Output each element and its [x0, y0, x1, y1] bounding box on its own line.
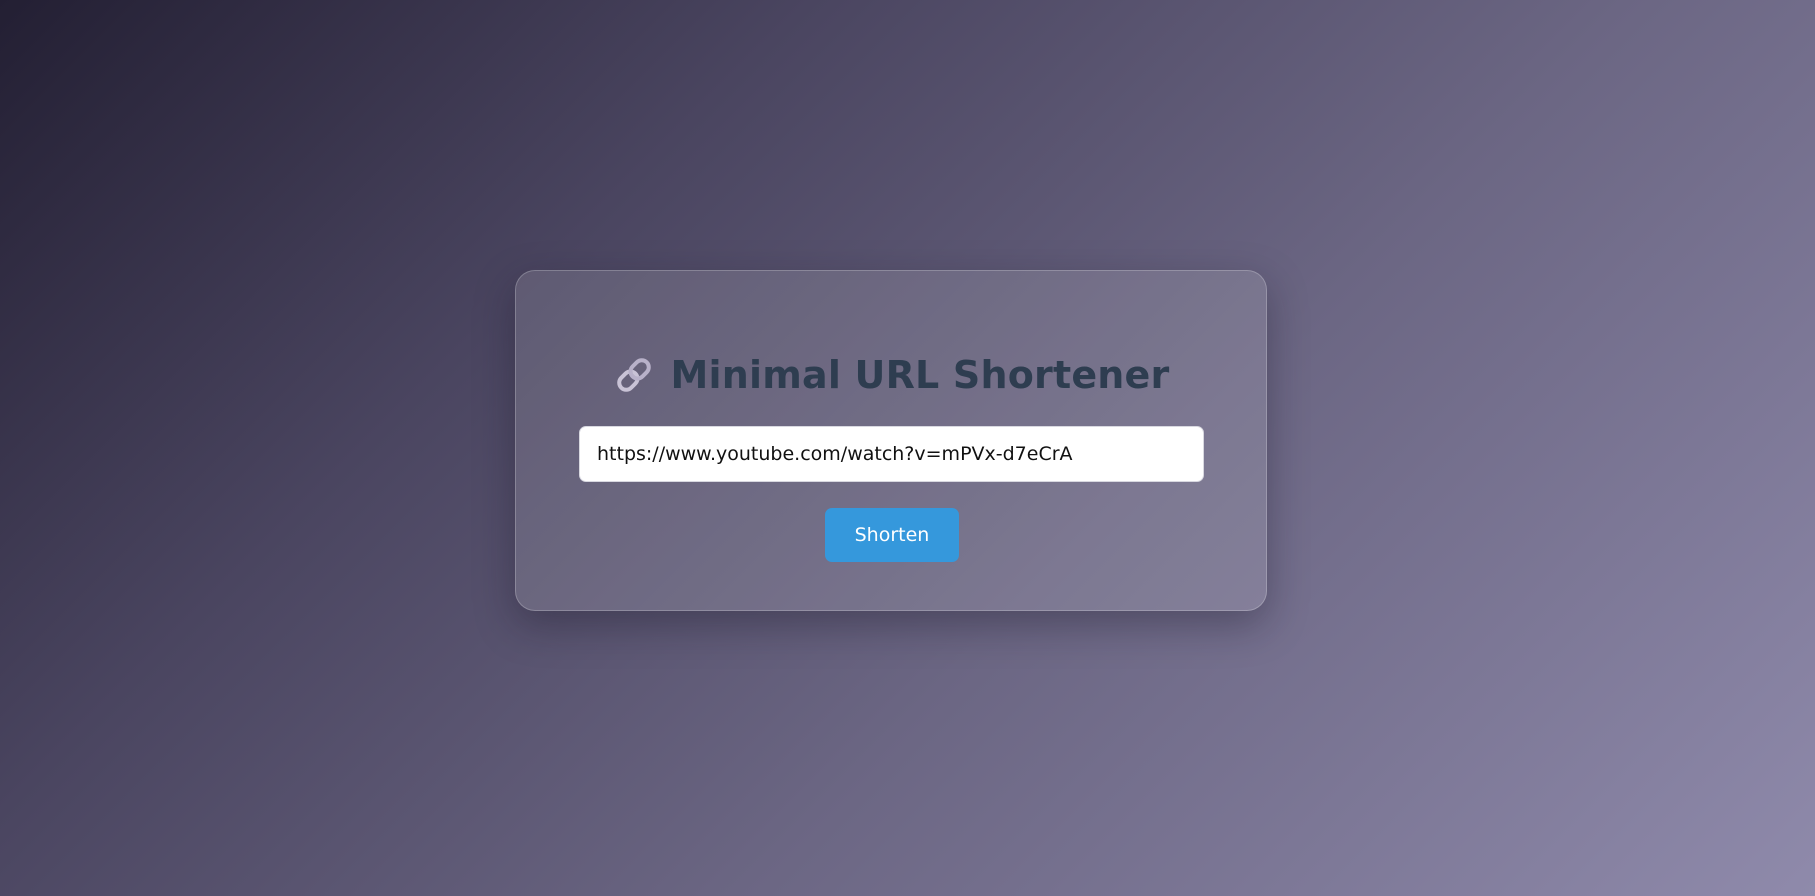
page-title: Minimal URL Shortener	[670, 353, 1170, 397]
url-input[interactable]	[579, 426, 1204, 482]
shortener-card: Minimal URL Shortener Shorten	[515, 270, 1267, 611]
header: Minimal URL Shortener	[516, 351, 1266, 399]
shorten-button[interactable]: Shorten	[825, 508, 959, 562]
link-icon	[613, 354, 655, 396]
